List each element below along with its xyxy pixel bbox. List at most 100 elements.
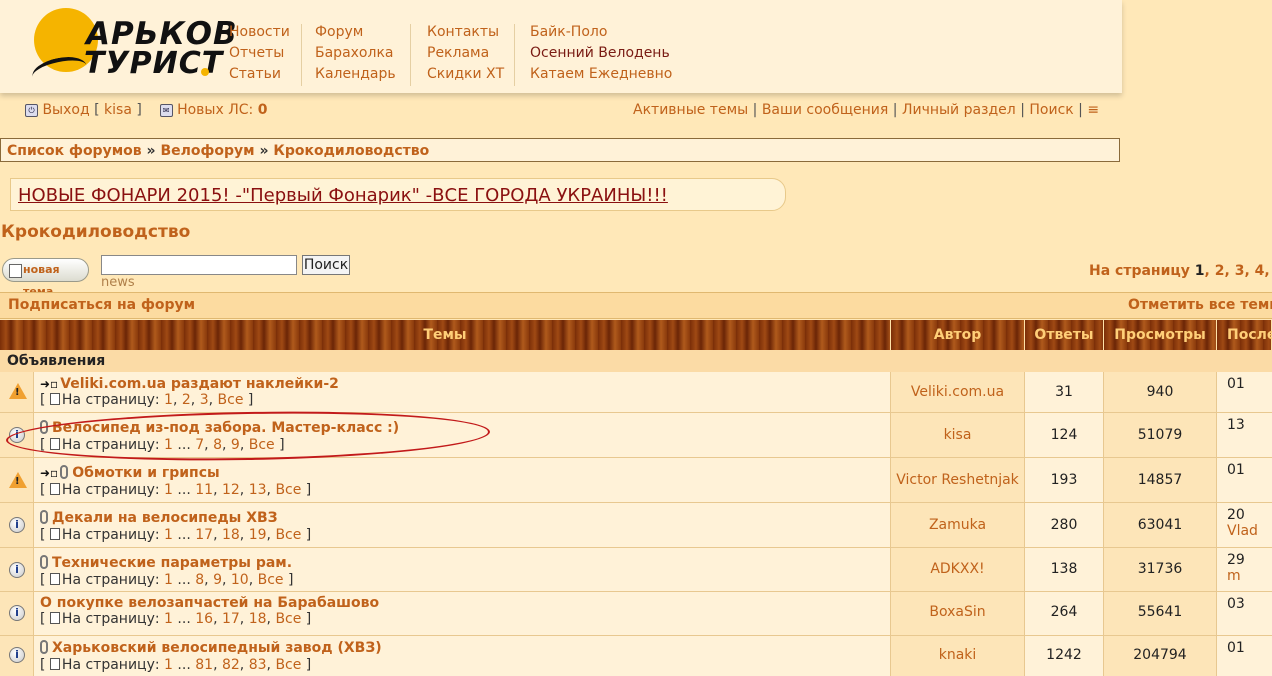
- ad-link[interactable]: НОВЫЕ ФОНАРИ 2015! -"Первый Фонарик" -ВС…: [18, 185, 668, 206]
- forum-search-button[interactable]: Поиск: [302, 255, 350, 275]
- topic-page-link[interactable]: 19: [249, 527, 267, 543]
- nav-divider: [514, 24, 515, 86]
- views-count: 940: [1104, 372, 1217, 412]
- active-topics-link[interactable]: Активные темы: [633, 102, 748, 118]
- username-link[interactable]: kisa: [104, 102, 132, 118]
- page-link[interactable]: 2: [1215, 263, 1225, 279]
- topic-all-pages-link[interactable]: Все: [258, 572, 284, 588]
- nav-link-reports[interactable]: Отчеты: [229, 45, 284, 61]
- topic-author-link[interactable]: ADKXX!: [930, 561, 984, 577]
- nav-link-forum[interactable]: Форум: [315, 24, 363, 40]
- topic-page-link[interactable]: 1: [164, 611, 173, 627]
- forum-title[interactable]: Крокодиловодство: [1, 222, 190, 242]
- topic-page-link[interactable]: 83: [249, 657, 267, 673]
- page-link[interactable]: 4: [1255, 263, 1265, 279]
- nav-link-bike-polo[interactable]: Байк-Поло: [530, 24, 607, 40]
- search-link[interactable]: Поиск: [1029, 102, 1073, 118]
- topic-author-link[interactable]: Zamuka: [929, 517, 986, 533]
- topic-all-pages-link[interactable]: Все: [275, 611, 301, 627]
- site-header: АРЬКОВ ТУРИСТ Новости Отчеты Статьи Фору…: [0, 0, 1122, 93]
- section-announcements: Объявления: [0, 350, 1272, 372]
- topic-page-link[interactable]: 1: [164, 572, 173, 588]
- topic-page-link[interactable]: 13: [249, 482, 267, 498]
- topic-author-link[interactable]: knaki: [939, 647, 977, 663]
- topic-title-link[interactable]: Veliki.com.ua раздают наклейки-2: [60, 376, 339, 392]
- private-messages-link[interactable]: Новых ЛС:: [177, 102, 253, 118]
- menu-icon[interactable]: ≡: [1087, 102, 1099, 118]
- page-link[interactable]: 3: [1235, 263, 1245, 279]
- topic-author-link[interactable]: BoxaSin: [929, 604, 985, 620]
- topic-page-link[interactable]: 18: [222, 527, 240, 543]
- logo-dot-icon: [201, 68, 209, 76]
- breadcrumb: Список форумов » Велофорум » Крокодилово…: [0, 138, 1120, 162]
- mark-all-read-link[interactable]: Отметить все темы: [1128, 293, 1272, 318]
- views-count: 51079: [1104, 413, 1217, 457]
- nav-link-autumn-bike-day[interactable]: Осенний Велодень: [530, 45, 670, 61]
- views-count: 63041: [1104, 503, 1217, 547]
- topic-page-link[interactable]: 18: [249, 611, 267, 627]
- nav-divider: [410, 24, 411, 86]
- topic-all-pages-link[interactable]: Все: [218, 392, 244, 408]
- breadcrumb-forum-list[interactable]: Список форумов: [7, 143, 142, 159]
- topic-page-link[interactable]: 10: [231, 572, 249, 588]
- nav-link-flea-market[interactable]: Барахолка: [315, 45, 393, 61]
- attachment-icon: [60, 465, 69, 479]
- topic-page-link[interactable]: 17: [195, 527, 213, 543]
- views-count: 31736: [1104, 548, 1217, 591]
- topic-all-pages-link[interactable]: Все: [275, 482, 301, 498]
- replies-count: 138: [1025, 548, 1104, 591]
- topic-page-link[interactable]: 81: [195, 657, 213, 673]
- page-icon: [49, 612, 60, 624]
- table-row: i Технические параметры рам. [ На страни…: [0, 548, 1272, 592]
- topic-page-link[interactable]: 1: [164, 482, 173, 498]
- topic-page-link[interactable]: 17: [222, 611, 240, 627]
- attachment-icon: [40, 510, 48, 524]
- topic-page-link[interactable]: 1: [164, 527, 173, 543]
- views-count: 14857: [1104, 458, 1217, 502]
- logout-link[interactable]: Выход: [42, 102, 89, 118]
- private-message-icon: ✉: [159, 104, 173, 117]
- nav-link-contacts[interactable]: Контакты: [427, 24, 499, 40]
- topic-title-link[interactable]: Обмотки и грипсы: [72, 465, 220, 481]
- nav-link-daily-rides[interactable]: Катаем Ежедневно: [530, 66, 672, 82]
- topic-title-link[interactable]: Технические параметры рам.: [52, 555, 292, 571]
- last-post-info: 29 m: [1217, 548, 1272, 591]
- topic-page-link[interactable]: 1: [164, 657, 173, 673]
- topic-title-link[interactable]: Харьковский велосипедный завод (ХВЗ): [52, 640, 382, 656]
- topic-page-link[interactable]: 2: [182, 392, 191, 408]
- nav-divider: [301, 24, 302, 86]
- topic-page-link[interactable]: 82: [222, 657, 240, 673]
- topic-all-pages-link[interactable]: Все: [275, 657, 301, 673]
- topic-page-link[interactable]: 12: [222, 482, 240, 498]
- site-logo[interactable]: АРЬКОВ ТУРИСТ: [26, 0, 237, 90]
- page-current: 1: [1194, 263, 1205, 279]
- replies-count: 264: [1025, 592, 1104, 635]
- topic-author-link[interactable]: kisa: [944, 427, 972, 443]
- topic-author-link[interactable]: Veliki.com.ua: [911, 384, 1004, 400]
- nav-link-news[interactable]: Новости: [229, 24, 290, 40]
- moved-topic-icon: ➜▫: [40, 466, 59, 480]
- topic-page-link[interactable]: 8: [195, 572, 204, 588]
- topic-author-link[interactable]: Victor Reshetnjak: [896, 472, 1019, 488]
- topic-page-link[interactable]: 11: [195, 482, 213, 498]
- nav-link-calendar[interactable]: Календарь: [315, 66, 396, 82]
- breadcrumb-bike-forum[interactable]: Велофорум: [160, 143, 254, 159]
- topic-all-pages-link[interactable]: Все: [275, 527, 301, 543]
- nav-link-advertising[interactable]: Реклама: [427, 45, 489, 61]
- table-row: i Декали на велосипеды ХВЗ [ На страницу…: [0, 503, 1272, 548]
- topic-page-link[interactable]: 1: [164, 392, 173, 408]
- topic-page-link[interactable]: 3: [200, 392, 209, 408]
- topic-title-link[interactable]: Декали на велосипеды ХВЗ: [52, 510, 278, 526]
- topic-page-link[interactable]: 16: [195, 611, 213, 627]
- new-topic-button[interactable]: новая тема: [2, 258, 89, 298]
- subscribe-forum-link[interactable]: Подписаться на форум: [8, 293, 195, 318]
- topic-title-link[interactable]: О покупке велозапчастей на Барабашово: [40, 595, 379, 611]
- your-posts-link[interactable]: Ваши сообщения: [762, 102, 888, 118]
- nav-link-discounts[interactable]: Скидки ХТ: [427, 66, 504, 82]
- forum-search-input[interactable]: [101, 255, 297, 275]
- breadcrumb-current[interactable]: Крокодиловодство: [273, 143, 429, 159]
- topic-page-link[interactable]: 9: [213, 572, 222, 588]
- user-control-panel-link[interactable]: Личный раздел: [902, 102, 1016, 118]
- info-icon: i: [9, 647, 25, 663]
- nav-link-articles[interactable]: Статьи: [229, 66, 281, 82]
